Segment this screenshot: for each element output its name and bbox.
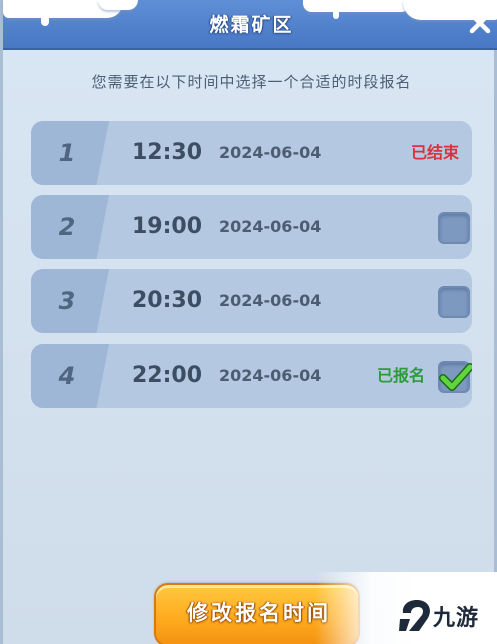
time-slot-row[interactable]: 3 20:30 2024-06-04 [31,269,472,333]
slot-date: 2024-06-04 [219,143,322,162]
slot-checkbox-checked[interactable] [438,361,472,393]
slot-time: 22:00 [131,363,203,388]
slot-index: 2 [58,213,76,241]
close-icon [469,12,491,34]
slot-status-ended: 已结束 [411,143,460,162]
dialog-panel: 燃霜矿区 您需要在以下时间中选择一个合适的时段报名 1 12:30 2024-0… [0,0,497,644]
watermark-text: 九游 [433,606,480,631]
slot-date: 2024-06-04 [219,291,322,310]
slot-index: 4 [58,362,76,390]
watermark: 九游 [397,592,497,640]
close-button[interactable] [463,6,497,40]
time-slot-row[interactable]: 4 22:00 2024-06-04 已报名 [31,344,472,408]
dialog-header: 燃霜矿区 [3,0,497,50]
jiuyou-logo-icon [399,600,430,631]
slot-checkbox[interactable] [438,212,470,244]
slot-status-registered: 已报名 [377,366,426,385]
slot-index: 1 [58,139,76,167]
time-slot-row[interactable]: 2 19:00 2024-06-04 [31,195,472,259]
slot-index: 3 [58,287,76,315]
slot-time: 19:00 [131,214,203,239]
slot-date: 2024-06-04 [219,366,322,385]
slot-time: 20:30 [131,288,203,313]
checkmark-icon [439,363,472,391]
slot-time: 12:30 [131,140,203,165]
slot-date: 2024-06-04 [219,217,322,236]
dialog-title: 燃霜矿区 [209,14,294,36]
time-slot-row: 1 12:30 2024-06-04 已结束 [31,121,472,185]
instruction-text: 您需要在以下时间中选择一个合适的时段报名 [91,73,412,91]
slot-checkbox[interactable] [438,286,470,318]
